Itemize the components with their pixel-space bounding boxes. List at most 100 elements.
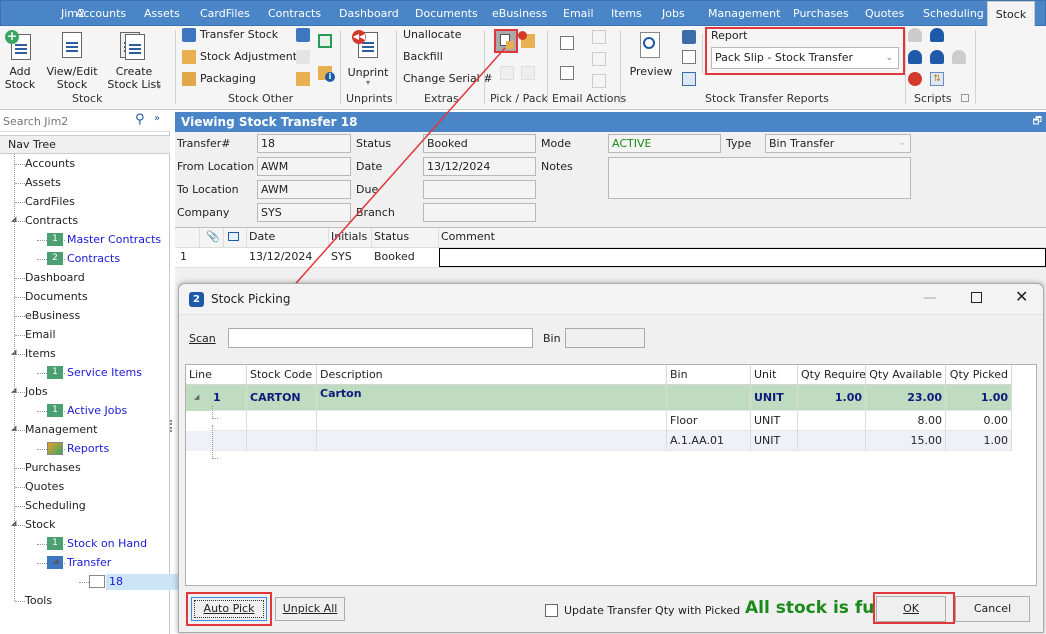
nav-item-transfer[interactable]: Transfer (67, 555, 111, 571)
branch-field[interactable] (423, 203, 536, 222)
type-select[interactable]: Bin Transfer ⌄ (765, 134, 911, 153)
stock-return-icon[interactable] (296, 72, 310, 86)
create-stock-list-button[interactable] (120, 30, 150, 60)
col-qty-required[interactable]: Qty Required (798, 365, 873, 385)
tab-stock[interactable]: Stock (987, 1, 1035, 28)
nav-item-documents[interactable]: Documents (25, 289, 88, 305)
from-location-field[interactable]: AWM (257, 157, 351, 176)
tab-purchases[interactable]: Purchases (793, 1, 849, 27)
script-user-icon[interactable] (930, 28, 944, 42)
tab-ebusiness[interactable]: eBusiness (492, 1, 547, 27)
nav-item-master-contracts[interactable]: Master Contracts (67, 232, 161, 248)
tab-accounts[interactable]: Accounts (76, 1, 126, 27)
nav-item-dashboard[interactable]: Dashboard (25, 270, 85, 286)
nav-item-contracts[interactable]: Contracts (25, 213, 78, 229)
pack-icon-disabled[interactable] (500, 66, 514, 80)
col-bin[interactable]: Bin (667, 365, 751, 385)
tab-documents[interactable]: Documents (415, 1, 478, 27)
stock-info-icon[interactable]: i (318, 66, 335, 82)
change-serial-button[interactable]: Change Serial # (403, 72, 492, 85)
unallocate-button[interactable]: Unallocate (403, 28, 461, 41)
email-document-icon[interactable] (560, 66, 574, 80)
search-icon[interactable]: ⚲ (135, 112, 145, 127)
splitter-handle[interactable] (170, 420, 174, 432)
transfer-stock-button[interactable]: Transfer Stock (200, 28, 278, 41)
tab-email[interactable]: Email (563, 1, 594, 27)
tab-contracts[interactable]: Contracts (268, 1, 321, 27)
due-field[interactable] (423, 180, 536, 199)
close-button[interactable]: ✕ (1015, 287, 1028, 306)
tab-cardfiles[interactable]: CardFiles (200, 1, 250, 27)
tab-scheduling[interactable]: Scheduling (923, 1, 984, 27)
restore-window-icon[interactable]: 🗗 (1033, 112, 1042, 132)
tab-quotes[interactable]: Quotes (865, 1, 904, 27)
tab-jobs[interactable]: Jobs (662, 1, 685, 27)
nav-item-assets[interactable]: Assets (25, 175, 61, 191)
stock-adjustments-button[interactable]: Stock Adjustments (200, 50, 303, 63)
nav-item-contracts[interactable]: Contracts (67, 251, 120, 267)
nav-item-email[interactable]: Email (25, 327, 56, 343)
email-reply-icon[interactable] (592, 30, 606, 44)
script-user-icon[interactable] (930, 50, 944, 64)
tab-assets[interactable]: Assets (144, 1, 180, 27)
expand-down-icon[interactable]: » (154, 113, 160, 124)
email-document-icon[interactable] (560, 36, 574, 50)
comment-input[interactable] (439, 248, 1046, 267)
nav-item-service-items[interactable]: Service Items (67, 365, 142, 381)
truck-out-icon[interactable] (296, 28, 310, 42)
nav-item-stock-on-hand[interactable]: Stock on Hand (67, 536, 147, 552)
unpack-icon-disabled[interactable] (521, 66, 535, 80)
to-location-field[interactable]: AWM (257, 180, 351, 199)
nav-item-purchases[interactable]: Purchases (25, 460, 81, 476)
maximize-button[interactable] (971, 292, 982, 303)
nav-item-ebusiness[interactable]: eBusiness (25, 308, 80, 324)
nav-item-quotes[interactable]: Quotes (25, 479, 64, 495)
nav-item-management[interactable]: Management (25, 422, 97, 438)
collapse-toggle-icon[interactable]: ◢ (194, 393, 199, 401)
col-stock-code[interactable]: Stock Code (247, 365, 317, 385)
tab-dashboard[interactable]: Dashboard (339, 1, 399, 27)
nav-item-cardfiles[interactable]: CardFiles (25, 194, 75, 210)
packaging-button[interactable]: Packaging (200, 72, 256, 85)
col-qty-picked[interactable]: Qty Picked (946, 365, 1012, 385)
unprint-button[interactable]: ◀◀ (352, 30, 382, 64)
dialog-launcher-icon[interactable] (961, 94, 969, 102)
notes-field[interactable] (608, 157, 911, 199)
script-user-icon-disabled[interactable] (908, 28, 922, 42)
view-edit-stock-button[interactable] (60, 30, 84, 60)
tab-items[interactable]: Items (611, 1, 642, 27)
email-report-icon[interactable] (682, 50, 696, 64)
unpick-all-button[interactable]: Unpick All (275, 597, 345, 621)
nav-item-items[interactable]: Items (25, 346, 56, 362)
gift-money-icon[interactable] (318, 34, 332, 48)
nav-item-tools[interactable]: Tools (25, 593, 52, 609)
script-order-icon[interactable]: ⇅ (930, 72, 944, 86)
minimize-button[interactable]: — (923, 290, 937, 306)
script-user-icon[interactable] (908, 50, 922, 64)
grid-icon[interactable] (296, 50, 310, 64)
company-field[interactable]: SYS (257, 203, 351, 222)
users-script-icon[interactable] (908, 72, 922, 86)
preview-button[interactable] (638, 30, 662, 60)
nav-item-active-jobs[interactable]: Active Jobs (67, 403, 127, 419)
fax-icon[interactable] (682, 72, 696, 86)
col-qty-available[interactable]: Qty Available (866, 365, 946, 385)
nav-item-18[interactable]: 18 (106, 574, 186, 590)
cancel-button[interactable]: Cancel (955, 596, 1030, 622)
printer-icon[interactable] (682, 30, 696, 44)
report-select[interactable]: Pack Slip - Stock Transfer ⌄ (711, 47, 899, 69)
col-unit[interactable]: Unit (751, 365, 798, 385)
date-field[interactable]: 13/12/2024 (423, 157, 536, 176)
col-description[interactable]: Description (317, 365, 667, 385)
nav-item-scheduling[interactable]: Scheduling (25, 498, 86, 514)
backfill-button[interactable]: Backfill (403, 50, 443, 63)
nav-item-jobs[interactable]: Jobs (25, 384, 48, 400)
update-transfer-qty-checkbox[interactable] (545, 604, 558, 617)
status-field[interactable]: Booked (423, 134, 536, 153)
bin-field[interactable] (565, 328, 645, 348)
script-user-icon-disabled[interactable] (952, 50, 966, 64)
tab-management[interactable]: Management (708, 1, 780, 27)
search-input[interactable] (3, 112, 128, 130)
email-reply-all-icon[interactable] (592, 52, 606, 66)
email-forward-icon[interactable] (592, 74, 606, 88)
